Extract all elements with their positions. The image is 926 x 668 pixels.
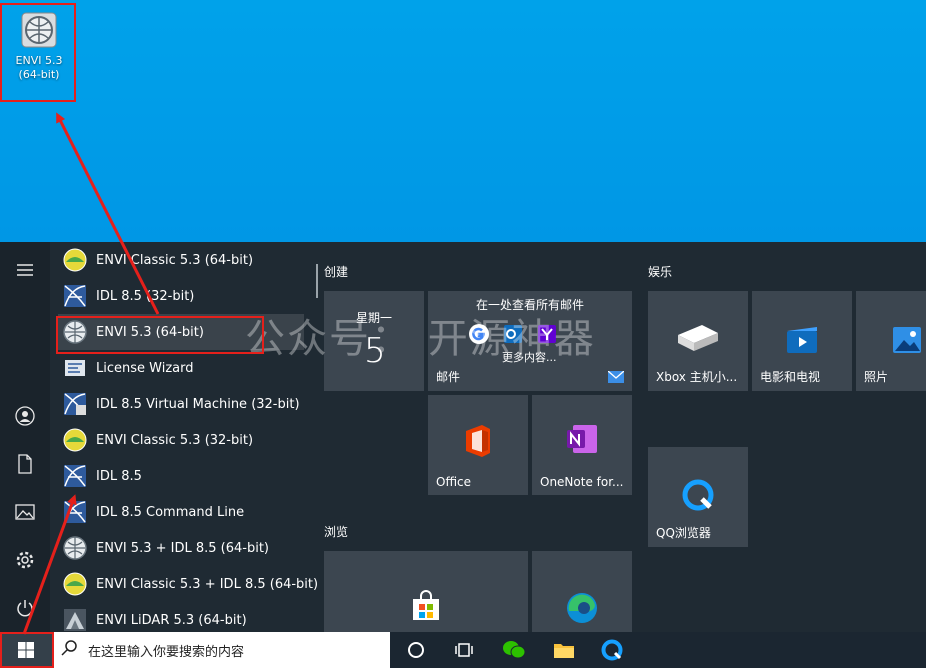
app-list-item-label: IDL 8.5 — [96, 468, 142, 484]
qq-browser-taskbar-icon[interactable] — [600, 638, 624, 662]
office-icon — [466, 425, 490, 457]
power-icon[interactable] — [13, 596, 37, 620]
app-list-item-label: IDL 8.5 Command Line — [96, 504, 245, 520]
app-list-item[interactable]: License Wizard — [58, 350, 310, 386]
envi-lidar-icon — [62, 607, 88, 633]
onenote-label: OneNote for... — [540, 475, 624, 489]
group-header-create[interactable]: 创建 — [324, 263, 348, 280]
task-view-icon[interactable] — [452, 638, 476, 662]
idl-icon — [62, 463, 88, 489]
qq-browser-tile[interactable]: QQ浏览器 — [648, 447, 748, 547]
envi-classic-icon — [62, 247, 88, 273]
google-icon — [469, 324, 489, 344]
idl-icon — [62, 499, 88, 525]
wechat-icon[interactable] — [502, 638, 526, 662]
license-wizard-icon — [62, 355, 88, 381]
onenote-icon — [567, 425, 597, 453]
office-tile[interactable]: Office — [428, 395, 528, 495]
app-list-item-label: ENVI Classic 5.3 (32-bit) — [96, 432, 254, 448]
start-menu: ENVI Classic 5.3 (64-bit) IDL 8.5 (32-bit… — [0, 242, 926, 632]
movies-label: 电影和电视 — [760, 370, 821, 384]
app-list-item-label: IDL 8.5 (32-bit) — [96, 288, 195, 304]
desktop-icon-highlight — [0, 3, 76, 102]
file-explorer-icon[interactable] — [552, 638, 576, 662]
store-tile[interactable] — [324, 551, 528, 632]
start-rail — [0, 242, 50, 632]
onenote-tile[interactable]: OneNote for... — [532, 395, 632, 495]
mail-tile[interactable]: 在一处查看所有邮件 更多内容... 邮件 — [428, 291, 632, 391]
photos-label: 照片 — [864, 370, 889, 384]
idl-vm-icon — [62, 391, 88, 417]
hamburger-menu-icon[interactable] — [13, 258, 37, 282]
app-list-item-label: License Wizard — [96, 360, 194, 376]
app-list-item-label: IDL 8.5 Virtual Machine (32-bit) — [96, 396, 300, 412]
cortana-icon[interactable] — [404, 638, 428, 662]
calendar-tile[interactable]: 星期一 5 — [324, 291, 424, 391]
yahoo-icon — [538, 325, 556, 343]
pictures-icon[interactable] — [13, 500, 37, 524]
app-list-item[interactable]: IDL 8.5 (32-bit) — [58, 278, 310, 314]
photos-icon — [893, 327, 921, 353]
office-label: Office — [436, 475, 472, 489]
app-list-item[interactable]: ENVI Classic 5.3 (32-bit) — [58, 422, 310, 458]
envelope-icon — [608, 371, 624, 383]
documents-icon[interactable] — [13, 452, 37, 476]
app-list-item-label: ENVI 5.3 + IDL 8.5 (64-bit) — [96, 540, 269, 556]
edge-icon — [567, 593, 597, 623]
app-list: ENVI Classic 5.3 (64-bit) IDL 8.5 (32-bit… — [50, 242, 318, 633]
app-list-item[interactable]: ENVI Classic 5.3 + IDL 8.5 (64-bit) — [58, 566, 318, 602]
xbox-label: Xbox 主机小... — [656, 370, 738, 384]
scrollbar-thumb[interactable] — [316, 264, 318, 298]
app-list-item[interactable]: IDL 8.5 Virtual Machine (32-bit) — [58, 386, 310, 422]
envi-classic-icon — [62, 571, 88, 597]
taskbar: 在这里输入你要搜索的内容 — [0, 632, 926, 668]
user-account-icon[interactable] — [13, 404, 37, 428]
group-header-entertainment[interactable]: 娱乐 — [648, 263, 672, 280]
calendar-date: 5 — [364, 331, 386, 371]
app-list-item[interactable]: IDL 8.5 — [58, 458, 310, 494]
app-list-item-label: ENVI Classic 5.3 (64-bit) — [96, 252, 254, 268]
mail-label: 邮件 — [436, 370, 461, 384]
qq-browser-label: QQ浏览器 — [656, 526, 711, 540]
idl-icon — [62, 283, 88, 309]
mail-service-icons — [468, 323, 558, 345]
start-button-highlight — [0, 632, 54, 668]
group-header-browse[interactable]: 浏览 — [324, 523, 348, 540]
app-list-item-label: ENVI Classic 5.3 + IDL 8.5 (64-bit) — [96, 576, 319, 592]
store-bag-icon — [413, 590, 439, 620]
xbox-console-icon — [678, 325, 718, 351]
search-placeholder: 在这里输入你要搜索的内容 — [88, 644, 245, 660]
app-highlight-box — [56, 316, 264, 354]
app-list-item-label: ENVI LiDAR 5.3 (64-bit) — [96, 612, 247, 628]
qq-browser-icon — [682, 479, 714, 511]
movies-tv-icon — [787, 327, 817, 353]
photos-tile[interactable]: 照片 — [856, 291, 926, 391]
edge-tile[interactable] — [532, 551, 632, 632]
taskbar-search-box[interactable]: 在这里输入你要搜索的内容 — [54, 632, 390, 668]
mail-header: 在一处查看所有邮件 — [475, 298, 584, 312]
app-list-item[interactable]: ENVI 5.3 + IDL 8.5 (64-bit) — [58, 530, 310, 566]
xbox-tile[interactable]: Xbox 主机小... — [648, 291, 748, 391]
app-list-item[interactable]: IDL 8.5 Command Line — [58, 494, 310, 530]
movies-tile[interactable]: 电影和电视 — [752, 291, 852, 391]
envi-icon — [62, 535, 88, 561]
mail-more: 更多内容... — [502, 351, 557, 364]
app-list-item[interactable]: ENVI Classic 5.3 (64-bit) — [58, 242, 310, 278]
settings-gear-icon[interactable] — [13, 548, 37, 572]
calendar-day: 星期一 — [356, 311, 393, 325]
search-icon — [60, 639, 88, 661]
outlook-icon — [504, 325, 522, 343]
envi-classic-icon — [62, 427, 88, 453]
